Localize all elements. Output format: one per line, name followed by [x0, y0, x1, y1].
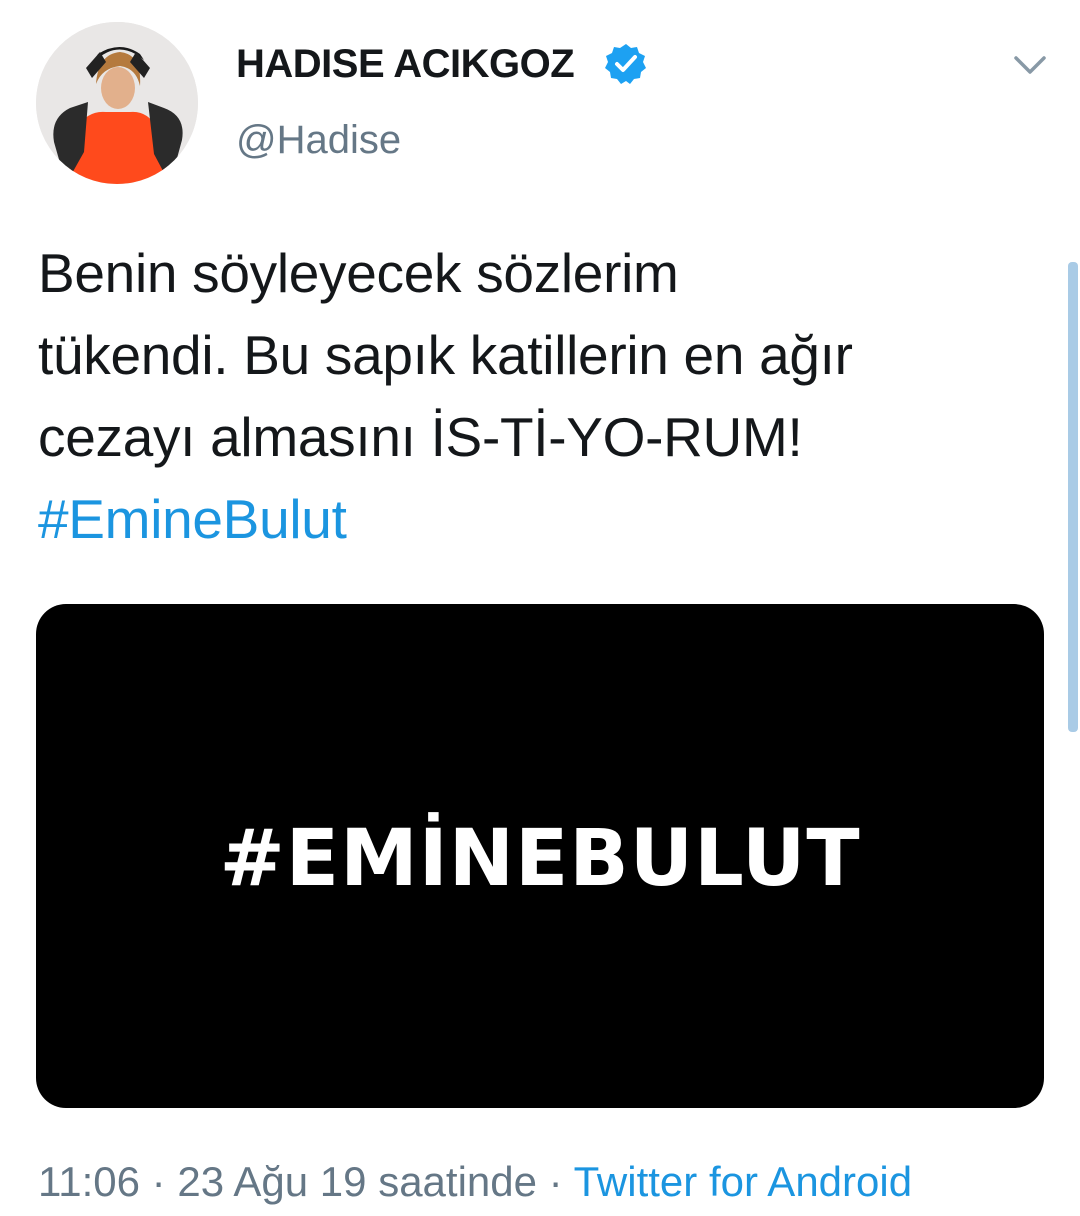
tweet-text-line: Benin söyleyecek sözlerim — [38, 242, 679, 304]
display-name[interactable]: HADISE ACIKGOZ — [236, 42, 575, 87]
verified-badge-icon — [604, 42, 648, 86]
tweet-date[interactable]: 23 Ağu 19 saatinde — [177, 1158, 537, 1205]
avatar-image — [36, 22, 198, 184]
avatar[interactable] — [36, 22, 198, 184]
scrollbar-thumb[interactable] — [1068, 262, 1078, 732]
tweet-text: Benin söyleyecek sözlerim tükendi. Bu sa… — [38, 232, 1048, 560]
tweet-text-line: tükendi. Bu sapık katillerin en ağır — [38, 324, 853, 386]
tweet-time[interactable]: 11:06 — [38, 1158, 140, 1205]
tweet-source-link[interactable]: Twitter for Android — [574, 1158, 912, 1205]
tweet-media-image[interactable]: #EMİNEBULUT — [36, 604, 1044, 1108]
hashtag-link[interactable]: #EmineBulut — [38, 478, 1048, 560]
media-image-text: #EMİNEBULUT — [219, 814, 861, 904]
tweet-meta: 11:06 · 23 Ağu 19 saatinde · Twitter for… — [38, 1158, 912, 1206]
tweet-text-line: cezayı almasını İS-Tİ-YO-RUM! — [38, 406, 803, 468]
meta-separator: · — [151, 1158, 166, 1205]
user-handle[interactable]: @Hadise — [236, 118, 401, 163]
meta-separator: · — [548, 1158, 563, 1205]
chevron-down-icon[interactable] — [1010, 48, 1050, 84]
